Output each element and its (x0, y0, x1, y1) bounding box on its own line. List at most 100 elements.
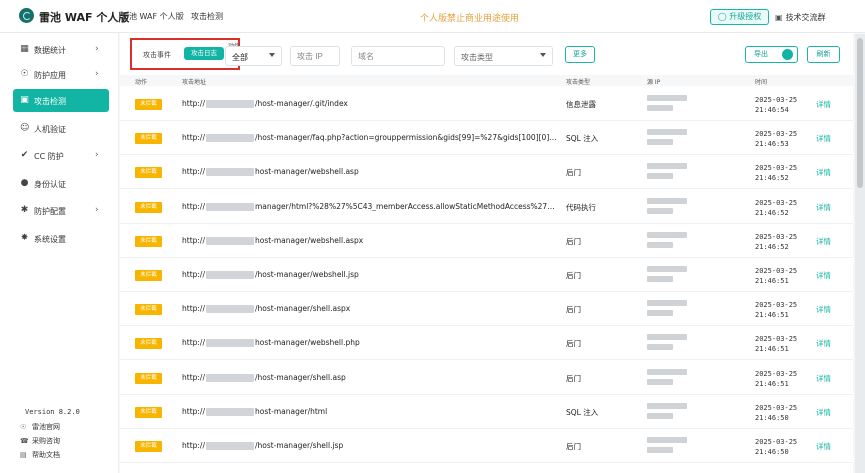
tab-attack-logs[interactable]: 攻击日志 (184, 47, 224, 60)
attack-time: 2025-03-25 21:46:50 (755, 437, 797, 457)
attack-time: 2025-03-25 21:46:51 (755, 266, 797, 286)
sidebar-item-label: 系统设置 (34, 235, 66, 244)
detail-link[interactable]: 详情 (816, 441, 831, 452)
url-path: /host-manager/shell.asp (254, 372, 346, 382)
detail-link[interactable]: 详情 (816, 167, 831, 178)
attack-url: http:// /host-manager/shell.asp (182, 373, 560, 382)
sidebar-item-protection-config[interactable]: ✱ 防护配置 › (13, 199, 109, 222)
url-path: /host-manager/shell.jsp (254, 441, 344, 450)
detail-link[interactable]: 详情 (816, 407, 831, 418)
detail-link[interactable]: 详情 (816, 133, 831, 144)
action-select[interactable]: 全部 (225, 46, 282, 66)
official-site-link[interactable]: ☉ 雷池官网 (20, 422, 60, 432)
url-prefix: http:// (182, 201, 205, 211)
attack-time: 2025-03-25 21:46:50 (755, 403, 797, 423)
detail-link[interactable]: 详情 (816, 373, 831, 384)
sidebar-item-settings[interactable]: ✸ 系统设置 (13, 227, 109, 250)
detail-link[interactable]: 详情 (816, 338, 831, 349)
attack-type: 后门 (566, 339, 581, 349)
url-path: /host-manager/shell.aspx (254, 304, 351, 314)
top-header: 雷池 WAF 个人版 雷池 WAF 个人版 › 攻击检测 个人版禁止商业用途使用… (0, 0, 865, 33)
tool-icon: ✔ (20, 150, 29, 160)
export-icon (782, 49, 793, 60)
more-filters-button[interactable]: 更多 (565, 46, 595, 63)
chevron-down-icon (540, 53, 546, 57)
sidebar-item-auth[interactable]: ● 身份认证 (13, 172, 109, 195)
breadcrumb-separator: › (181, 10, 185, 20)
sidebar-item-label: CC 防护 (34, 152, 64, 161)
redacted-source-ip (647, 95, 687, 115)
safeline-logo-icon (19, 8, 34, 23)
status-badge: 未拦截 (135, 270, 162, 281)
tab-attack-events[interactable]: 攻击事件 (143, 50, 171, 60)
sidebar-item-stats[interactable]: ▦ 数据统计 › (13, 38, 109, 61)
sidebar-item-apps[interactable]: ☉ 防护应用 › (13, 63, 109, 86)
redacted-host (205, 339, 254, 348)
url-prefix: http:// (182, 235, 205, 245)
url-prefix: http:// (182, 99, 205, 108)
redacted-host (205, 407, 254, 416)
attack-time: 2025-03-25 21:46:53 (755, 129, 797, 149)
upgrade-license-button[interactable]: ◯ 升级授权 (710, 9, 769, 25)
attack-time: 2025-03-25 21:46:54 (755, 95, 797, 115)
detail-link[interactable]: 详情 (816, 236, 831, 247)
detail-link[interactable]: 详情 (816, 99, 831, 110)
attack-type-select[interactable]: 攻击类型 (454, 46, 553, 66)
redacted-source-ip (647, 368, 687, 389)
attack-type: SQL 注入 (566, 407, 599, 417)
attack-time: 2025-03-25 21:46:52 (755, 198, 797, 218)
domain-input[interactable] (351, 46, 445, 66)
sidebar-item-label: 人机验证 (34, 125, 66, 134)
sidebar-item-attack-detection[interactable]: ▣ 攻击检测 (13, 89, 109, 112)
footer-link-label: 帮助文档 (32, 451, 60, 459)
shield-small-icon: ☉ (20, 423, 27, 431)
chevron-right-icon: › (95, 205, 99, 215)
url-prefix: http:// (182, 406, 205, 416)
redacted-host (205, 442, 254, 450)
redacted-source-ip (647, 231, 687, 252)
page-scrollbar[interactable] (855, 34, 865, 473)
table-row: 未拦截 http:// host-manager/html SQL 注入 2025-03… (120, 395, 853, 429)
sidebar-item-label: 防护应用 (34, 71, 66, 80)
attack-type: 后门 (566, 168, 581, 178)
redacted-host (205, 373, 254, 382)
upgrade-label: 升级授权 (729, 12, 762, 21)
attack-time: 2025-03-25 21:46:51 (755, 334, 797, 354)
chevron-right-icon: › (95, 150, 99, 160)
attack-date: 2025-03-25 (755, 130, 798, 139)
detail-link[interactable]: 详情 (816, 270, 831, 281)
attack-type: 信息泄露 (566, 100, 596, 109)
detail-link[interactable]: 详情 (816, 202, 831, 213)
chevron-down-icon (269, 53, 275, 57)
export-button[interactable]: 导出 (745, 46, 798, 63)
breadcrumb-home[interactable]: 雷池 WAF 个人版 (121, 11, 184, 22)
tech-group-link[interactable]: 技术交流群 (775, 12, 826, 23)
attack-date: 2025-03-25 (755, 198, 798, 207)
url-path: manager/html?%28%27%5C43_memberAccess.al… (254, 201, 560, 211)
attack-clock: 21:46:52 (755, 174, 789, 183)
sidebar-item-captcha[interactable]: ☺ 人机验证 (13, 117, 109, 140)
url-path: host-manager/webshell.asp (254, 167, 359, 177)
purchase-consult-link[interactable]: ☎ 采购咨询 (20, 436, 60, 446)
attack-url: http:// host-manager/webshell.aspx (182, 236, 560, 245)
attack-clock: 21:46:51 (755, 311, 789, 320)
redacted-source-ip (647, 197, 687, 218)
table-row: 未拦截 http:// /host-manager/webshell.jsp 后门 20… (120, 258, 853, 292)
gear-icon: ✱ (20, 205, 29, 215)
status-badge: 未拦截 (135, 338, 162, 350)
table-row: 未拦截 http:// /host-manager/shell.jsp 后门 2025-… (120, 429, 853, 463)
url-path: /host-manager/faq.php?action=grouppermis… (254, 133, 560, 143)
redacted-source-ip (647, 334, 687, 354)
attack-time: 2025-03-25 21:46:51 (755, 300, 797, 320)
sidebar-item-cc[interactable]: ✔ CC 防护 › (13, 144, 109, 167)
attack-ip-input[interactable] (290, 46, 340, 66)
url-prefix: http:// (182, 304, 205, 314)
scrollbar-thumb[interactable] (857, 38, 863, 188)
redacted-host (205, 305, 254, 314)
attack-clock: 21:46:53 (755, 140, 789, 149)
detail-link[interactable]: 详情 (816, 304, 831, 315)
refresh-button[interactable]: 刷新 (807, 46, 840, 63)
chevron-right-icon: › (95, 69, 99, 79)
url-path: /host-manager/webshell.jsp (254, 270, 359, 279)
help-docs-link[interactable]: ▤ 帮助文档 (20, 450, 60, 460)
